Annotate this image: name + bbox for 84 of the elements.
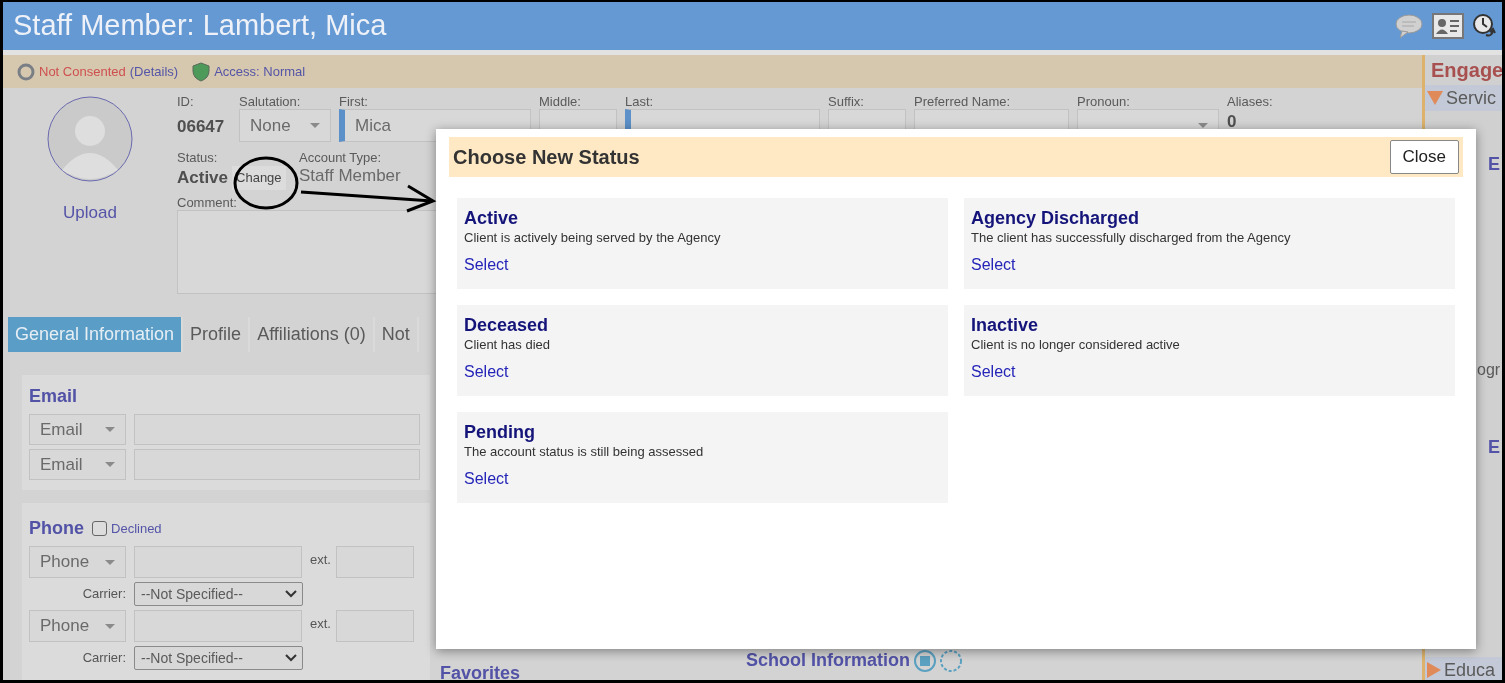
field-label: ext. [310,551,331,569]
shield-icon [192,61,211,82]
account-type: Staff Member [299,165,401,187]
input-field[interactable] [134,414,420,445]
status-name: Agency Discharged [971,207,1141,229]
status-description: The account status is still being assessed [464,443,705,461]
field-label: Salutation: [239,94,302,109]
expand-triangle-icon [1427,91,1443,105]
field-label: Suffix: [828,94,865,109]
status-name: Deceased [464,314,550,336]
alias-count: 0 [1227,111,1238,133]
status-description: Client has died [464,336,551,354]
declined-checkbox[interactable] [92,521,107,536]
field-label: Pronoun: [1077,94,1131,109]
panel-section-header[interactable]: Servic [1425,85,1502,111]
section-heading: Favorites [440,662,522,680]
consent-status-icon [17,62,35,81]
field-label: Middle: [539,94,582,109]
caret-icon [105,427,115,432]
dialog-title: Choose New Status [453,145,640,170]
carrier-select[interactable]: --Not Specified-- [134,582,303,606]
dashed-circle-icon [940,649,962,672]
checkbox-label: Declined [111,519,162,538]
details-link[interactable]: (Details) [129,61,179,82]
chevron-icon [285,590,297,598]
field-label: First: [339,94,369,109]
close-button[interactable]: Close [1389,140,1459,174]
caret-icon [105,623,115,629]
select-link[interactable]: Select [971,253,1016,277]
select-link[interactable]: Select [464,360,509,384]
status-description: Client is no longer considered active [971,336,1181,354]
section-heading: Phone [29,517,84,540]
field-label: Aliases: [1227,94,1274,109]
field-label: Comment: [177,194,237,210]
tab[interactable]: General Information [8,317,184,352]
history-icon[interactable] [1472,13,1496,39]
select-link[interactable]: Select [971,360,1016,384]
caret-icon [310,123,320,128]
section-heading: School Information [746,649,910,672]
select-field[interactable]: Email [29,449,126,480]
panel-text: ogr [1476,360,1502,380]
select-field[interactable]: Email [29,414,126,445]
select-link[interactable]: Select [464,467,509,491]
field-label: Last: [625,94,655,109]
field-label: Carrier: [81,585,126,604]
status-name: Active [464,207,520,229]
select-field[interactable]: None [239,109,331,142]
status-value: Active [177,167,229,189]
change-button[interactable]: Change [232,166,286,190]
status-description: Client is actively being served by the Agency [464,229,722,247]
carrier-select[interactable]: --Not Specified-- [134,646,303,670]
contact-card-icon[interactable] [1432,13,1464,39]
input-field[interactable] [335,546,414,578]
caret-icon [105,559,115,565]
page-title: Staff Member: Lambert, Mica [13,8,387,44]
field-label: Preferred Name: [914,94,1012,109]
caret-icon [105,462,115,467]
status-name: Inactive [971,314,1040,336]
select-field[interactable]: Phone [29,610,126,642]
record-id: 06647 [177,116,226,138]
input-field[interactable] [134,610,302,642]
chat-icon[interactable] [1394,13,1424,39]
document-icon [914,649,936,672]
input-field[interactable] [134,449,420,480]
upload-link[interactable]: Upload [63,200,117,226]
panel-title: Engage [1430,58,1502,83]
select-link[interactable]: Select [464,253,509,277]
consent-status: Not Consented [39,62,126,81]
panel-section-header[interactable]: Educa [1425,657,1502,680]
access-level: Access: Normal [214,62,306,81]
status-name: Pending [464,421,536,443]
select-field[interactable]: Phone [29,546,126,578]
field-label: ext. [310,615,331,633]
chevron-icon [285,654,297,662]
section-heading: Email [29,385,79,408]
field-label: Carrier: [81,649,126,668]
input-field[interactable] [335,610,414,642]
field-label: ID: [177,94,195,109]
collapsed-triangle-icon [1427,662,1441,678]
status-description: The client has successfully discharged from the Agency [971,229,1292,247]
field-label: Account Type: [299,150,383,165]
field-label: Status: [177,150,219,165]
panel-text: E [1487,436,1501,459]
input-field[interactable] [134,546,302,578]
